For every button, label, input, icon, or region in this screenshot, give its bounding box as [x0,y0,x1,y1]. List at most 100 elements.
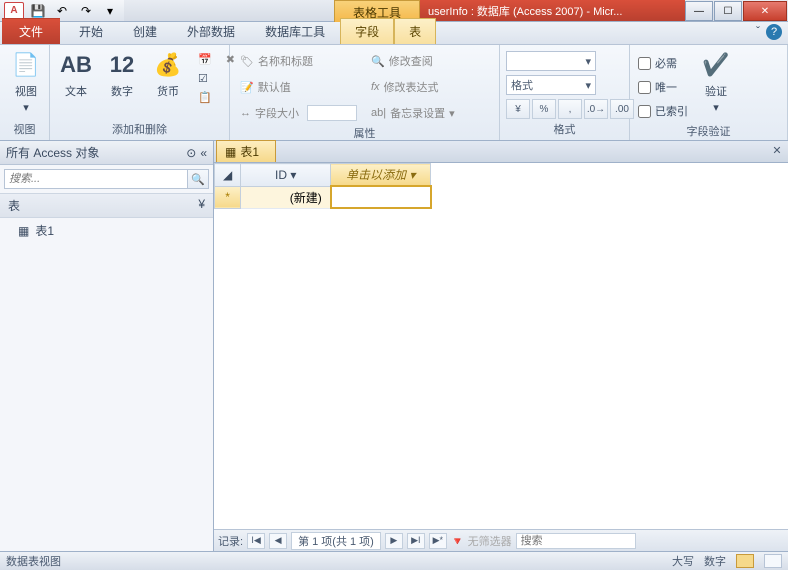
tab-external-data[interactable]: 外部数据 [172,18,250,44]
record-info: 第 1 项(共 1 项) [291,532,381,550]
dropdown-icon[interactable]: ▾ [409,168,415,182]
datatype-combo[interactable]: ▾ [506,51,596,71]
doc-close-button[interactable]: ✕ [770,144,784,158]
table-icon: ▦ [18,224,29,238]
last-record-button[interactable]: ▶I [407,533,425,549]
nav-search-button[interactable]: 🔍 [187,169,209,189]
navigation-pane: 所有 Access 对象 ⊙« 🔍 表¥ ▦表1 [0,141,214,551]
maximize-button[interactable]: ☐ [714,1,742,21]
group-validation-label: 字段验证 [636,121,781,142]
modify-lookup-button[interactable]: 🔍修改查阅 [367,51,459,71]
datasheet-view-icon: 📄 [10,49,42,81]
nav-search-input[interactable] [4,169,187,189]
cell-add-new[interactable] [331,186,431,208]
default-icon: 📝 [240,81,254,94]
content-area: ▦表1 ✕ ◢ ID ▾ 单击以添加 ▾ * (新建) 记录: I◀ ◀ 第 [214,141,788,551]
status-view-label: 数据表视图 [6,553,61,569]
document-tabs: ▦表1 ✕ [214,141,788,163]
currency-format-button[interactable]: ¥ [506,99,530,119]
ribbon-minimize-icon[interactable]: ˇ [756,24,760,40]
currency-field-button[interactable]: 💰货币 [148,47,188,101]
lookup-icon: 🔍 [371,55,385,68]
doc-tab-table1[interactable]: ▦表1 [216,140,276,162]
save-icon[interactable]: 💾 [28,2,48,20]
validation-icon: ✔️ [700,49,732,81]
group-view-label: 视图 [6,119,43,140]
default-value-button[interactable]: 📝默认值 [236,77,361,97]
datasheet-view-button[interactable] [736,554,754,568]
yesno-button[interactable]: ☑ [194,70,216,87]
tab-file[interactable]: 文件 [2,18,60,44]
column-header-add[interactable]: 单击以添加 ▾ [331,164,431,187]
next-record-button[interactable]: ▶ [385,533,403,549]
required-checkbox[interactable]: 必需 [636,53,690,73]
new-record-row[interactable]: * (新建) [215,186,431,208]
field-size-button[interactable]: ↔字段大小 [236,103,361,123]
row-selector-new[interactable]: * [215,186,241,208]
undo-icon[interactable]: ↶ [52,2,72,20]
record-navigator: 记录: I◀ ◀ 第 1 项(共 1 项) ▶ ▶I ▶* 🔻 无筛选器 [214,529,788,551]
currency-icon: 💰 [152,49,184,81]
group-add-delete-label: 添加和删除 [56,119,223,140]
text-field-button[interactable]: AB文本 [56,47,96,101]
unique-checkbox[interactable]: 唯一 [636,77,690,97]
tab-fields[interactable]: 字段 [340,18,394,44]
minimize-button[interactable]: — [685,1,713,21]
prev-record-button[interactable]: ◀ [269,533,287,549]
datasheet-grid[interactable]: ◢ ID ▾ 单击以添加 ▾ * (新建) [214,163,788,529]
group-format-label: 格式 [506,119,623,140]
ribbon-tab-row: 文件 开始 创建 外部数据 数据库工具 字段 表 ˇ ? [0,22,788,45]
text-icon: AB [60,49,92,81]
tab-db-tools[interactable]: 数据库工具 [250,18,340,44]
increase-decimals-button[interactable]: .0→ [584,99,608,119]
number-icon: 12 [106,49,138,81]
design-view-button[interactable] [764,554,782,568]
status-num: 数字 [704,553,726,569]
cell-id-new[interactable]: (新建) [241,186,331,208]
window-title: userInfo : 数据库 (Access 2007) - Micr... [420,0,685,21]
app-icon[interactable]: A [4,2,24,20]
group-collapse-icon: ¥ [198,197,205,214]
nav-item-table1[interactable]: ▦表1 [0,218,213,243]
size-icon: ↔ [240,107,251,119]
nav-dropdown-icon[interactable]: ⊙ [186,146,196,160]
tag-icon: 🏷 [240,55,254,68]
memo-settings-button[interactable]: ab|备忘录设置▾ [367,103,459,123]
indexed-checkbox[interactable]: 已索引 [636,101,690,121]
dropdown-icon[interactable]: ▾ [290,168,296,182]
tab-home[interactable]: 开始 [64,18,118,44]
column-header-id[interactable]: ID ▾ [241,164,331,187]
first-record-button[interactable]: I◀ [247,533,265,549]
nav-header[interactable]: 所有 Access 对象 ⊙« [0,141,213,165]
filter-status: 🔻 无筛选器 [451,533,512,549]
qat-customize-icon[interactable]: ▾ [100,2,120,20]
status-caps: 大写 [672,553,694,569]
new-record-button[interactable]: ▶* [429,533,447,549]
view-button[interactable]: 📄 视图 ▾ [6,47,46,116]
modify-expression-button[interactable]: fx修改表达式 [367,77,459,97]
table-icon: ▦ [225,145,236,159]
window-controls: — ☐ ✕ [685,0,788,21]
number-field-button[interactable]: 12数字 [102,47,142,101]
main-area: 所有 Access 对象 ⊙« 🔍 表¥ ▦表1 ▦表1 ✕ ◢ ID ▾ 单击… [0,141,788,551]
name-title-button[interactable]: 🏷名称和标题 [236,51,361,71]
tab-table[interactable]: 表 [394,18,436,44]
format-combo[interactable]: 格式▾ [506,75,596,95]
recnav-label: 记录: [218,533,243,549]
select-all-cell[interactable]: ◢ [215,164,241,187]
comma-format-button[interactable]: , [558,99,582,119]
status-bar: 数据表视图 大写 数字 [0,551,788,570]
field-size-input[interactable] [307,105,357,121]
redo-icon[interactable]: ↷ [76,2,96,20]
nav-group-tables[interactable]: 表¥ [0,193,213,218]
close-button[interactable]: ✕ [743,1,787,21]
percent-format-button[interactable]: % [532,99,556,119]
datetime-button[interactable]: 📅 [194,51,216,68]
record-search-input[interactable] [516,533,636,549]
more-icon: 📋 [198,91,212,104]
more-fields-button[interactable]: 📋 [194,89,216,106]
tab-create[interactable]: 创建 [118,18,172,44]
validation-button[interactable]: ✔️ 验证▾ [696,47,736,116]
nav-collapse-icon[interactable]: « [200,146,207,160]
help-icon[interactable]: ? [766,24,782,40]
